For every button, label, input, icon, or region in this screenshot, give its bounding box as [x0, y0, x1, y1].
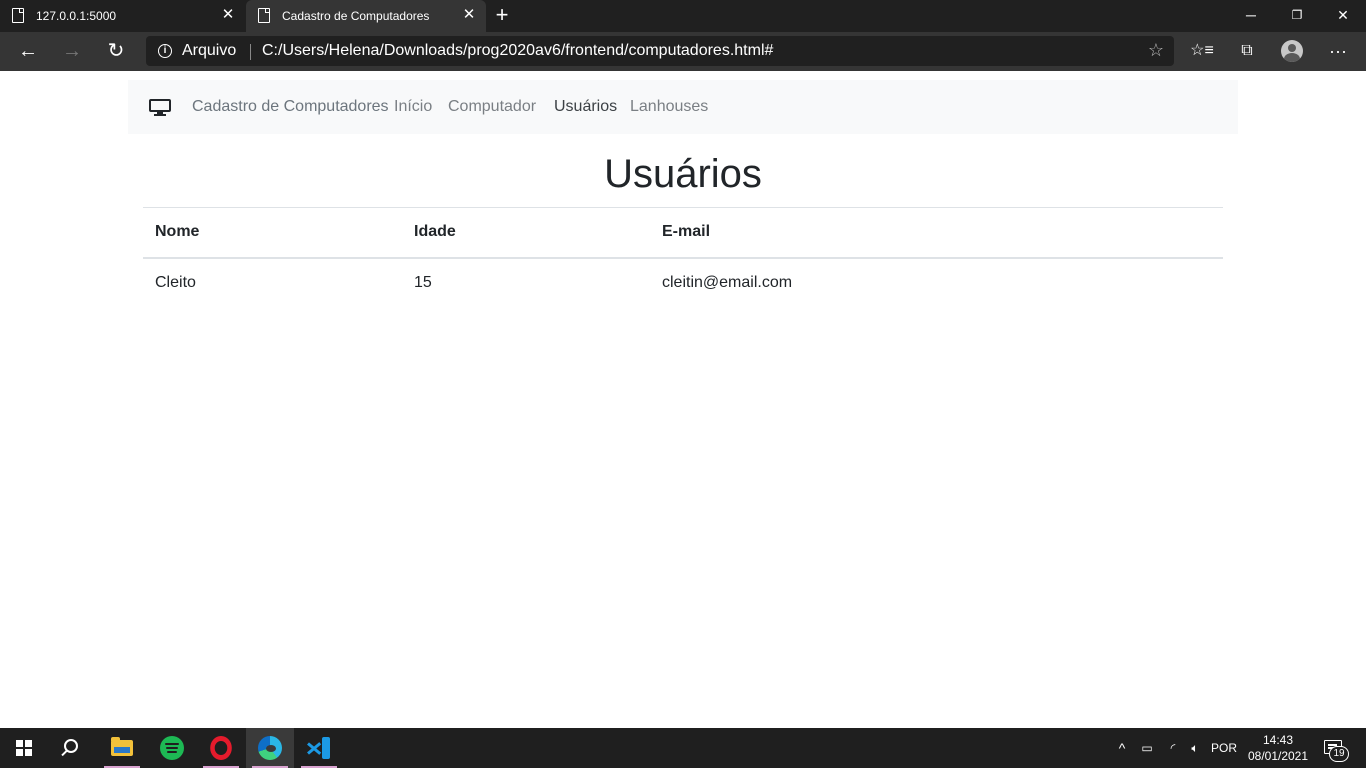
refresh-icon[interactable]: ↻ — [102, 38, 130, 66]
notification-count-badge: 19 — [1329, 746, 1349, 762]
table-row: Cleito 15 cleitin@email.com — [143, 258, 1223, 308]
opera-icon — [210, 736, 232, 760]
file-explorer-icon — [111, 737, 133, 756]
nav-link-lanhouses[interactable]: Lanhouses — [630, 98, 708, 116]
windows-taskbar: ^ ▭ ◜ 🔈︎ POR 14:43 08/01/2021 — [0, 728, 1366, 768]
clock-time: 14:43 — [1262, 733, 1294, 747]
site-navbar: Cadastro de Computadores Início Computad… — [128, 80, 1238, 134]
profile-avatar-icon[interactable] — [1281, 40, 1303, 62]
tab-title: Cadastro de Computadores — [282, 9, 430, 23]
browser-tab-bar: 127.0.0.1:5000 ✕ Cadastro de Computadore… — [0, 0, 1366, 32]
tab-close-icon[interactable]: ✕ — [460, 6, 478, 24]
system-clock[interactable]: 14:43 08/01/2021 — [1244, 732, 1312, 764]
page-icon — [258, 8, 270, 23]
start-button[interactable] — [0, 728, 48, 768]
page-title: Usuários — [604, 152, 762, 196]
tab-title: 127.0.0.1:5000 — [36, 9, 117, 23]
users-table: Nome Idade E-mail Cleito 15 cleitin@emai… — [143, 207, 1223, 308]
info-icon[interactable]: i — [158, 44, 172, 58]
maximize-button[interactable]: ❐ — [1274, 0, 1320, 32]
browser-toolbar: ← → ↻ i Arquivo C:/Users/Helena/Download… — [0, 32, 1366, 71]
taskbar-vscode[interactable] — [295, 728, 343, 768]
search-button[interactable] — [48, 728, 96, 768]
taskbar-opera[interactable] — [197, 728, 245, 768]
volume-icon[interactable]: 🔈︎ — [1184, 728, 1206, 768]
language-indicator[interactable]: POR — [1208, 728, 1240, 768]
close-window-button[interactable]: ✕ — [1320, 0, 1366, 32]
cell-idade: 15 — [414, 274, 432, 291]
tab-localhost[interactable]: 127.0.0.1:5000 ✕ — [0, 0, 245, 32]
collections-icon[interactable]: ⧉ — [1233, 38, 1261, 66]
forward-icon[interactable]: → — [58, 38, 86, 66]
vscode-icon — [307, 737, 330, 759]
network-icon[interactable]: ◜ — [1162, 728, 1184, 768]
spotify-icon — [160, 736, 184, 760]
battery-icon[interactable]: ▭ — [1136, 728, 1158, 768]
show-hidden-icons-chevron-icon[interactable]: ^ — [1112, 728, 1132, 768]
column-header-idade: Idade — [414, 223, 456, 241]
start-icon — [16, 740, 32, 756]
taskbar-edge[interactable] — [246, 728, 294, 768]
nav-link-inicio[interactable]: Início — [394, 98, 432, 116]
page-icon — [12, 8, 24, 23]
cell-email: cleitin@email.com — [662, 274, 793, 291]
new-tab-button[interactable]: + — [490, 4, 514, 28]
edge-icon — [258, 736, 282, 760]
tab-cadastro-de-computadores[interactable]: Cadastro de Computadores ✕ — [246, 0, 486, 32]
search-icon — [64, 739, 78, 753]
column-header-nome: Nome — [155, 223, 200, 241]
monitor-icon — [149, 99, 171, 117]
column-header-email: E-mail — [662, 223, 711, 241]
back-icon[interactable]: ← — [14, 38, 42, 66]
table-header-row: Nome Idade E-mail — [143, 207, 1223, 258]
more-menu-icon[interactable]: ··· — [1324, 38, 1352, 66]
address-scheme-label[interactable]: Arquivo — [182, 42, 236, 60]
minimize-button[interactable]: ─ — [1228, 0, 1274, 32]
taskbar-spotify[interactable] — [148, 728, 196, 768]
favorites-list-icon[interactable]: ☆≡ — [1188, 38, 1216, 66]
nav-link-usuarios[interactable]: Usuários — [554, 98, 617, 116]
tab-close-icon[interactable]: ✕ — [219, 6, 237, 24]
favorite-star-icon[interactable]: ☆ — [1148, 40, 1164, 61]
taskbar-file-explorer[interactable] — [98, 728, 146, 768]
address-separator — [250, 44, 251, 60]
navbar-brand[interactable]: Cadastro de Computadores — [192, 98, 389, 116]
address-url[interactable]: C:/Users/Helena/Downloads/prog2020av6/fr… — [262, 42, 773, 60]
nav-link-computador[interactable]: Computador — [448, 98, 536, 116]
cell-nome: Cleito — [155, 274, 196, 291]
clock-date: 08/01/2021 — [1247, 749, 1309, 763]
address-bar[interactable]: i Arquivo C:/Users/Helena/Downloads/prog… — [146, 36, 1174, 66]
